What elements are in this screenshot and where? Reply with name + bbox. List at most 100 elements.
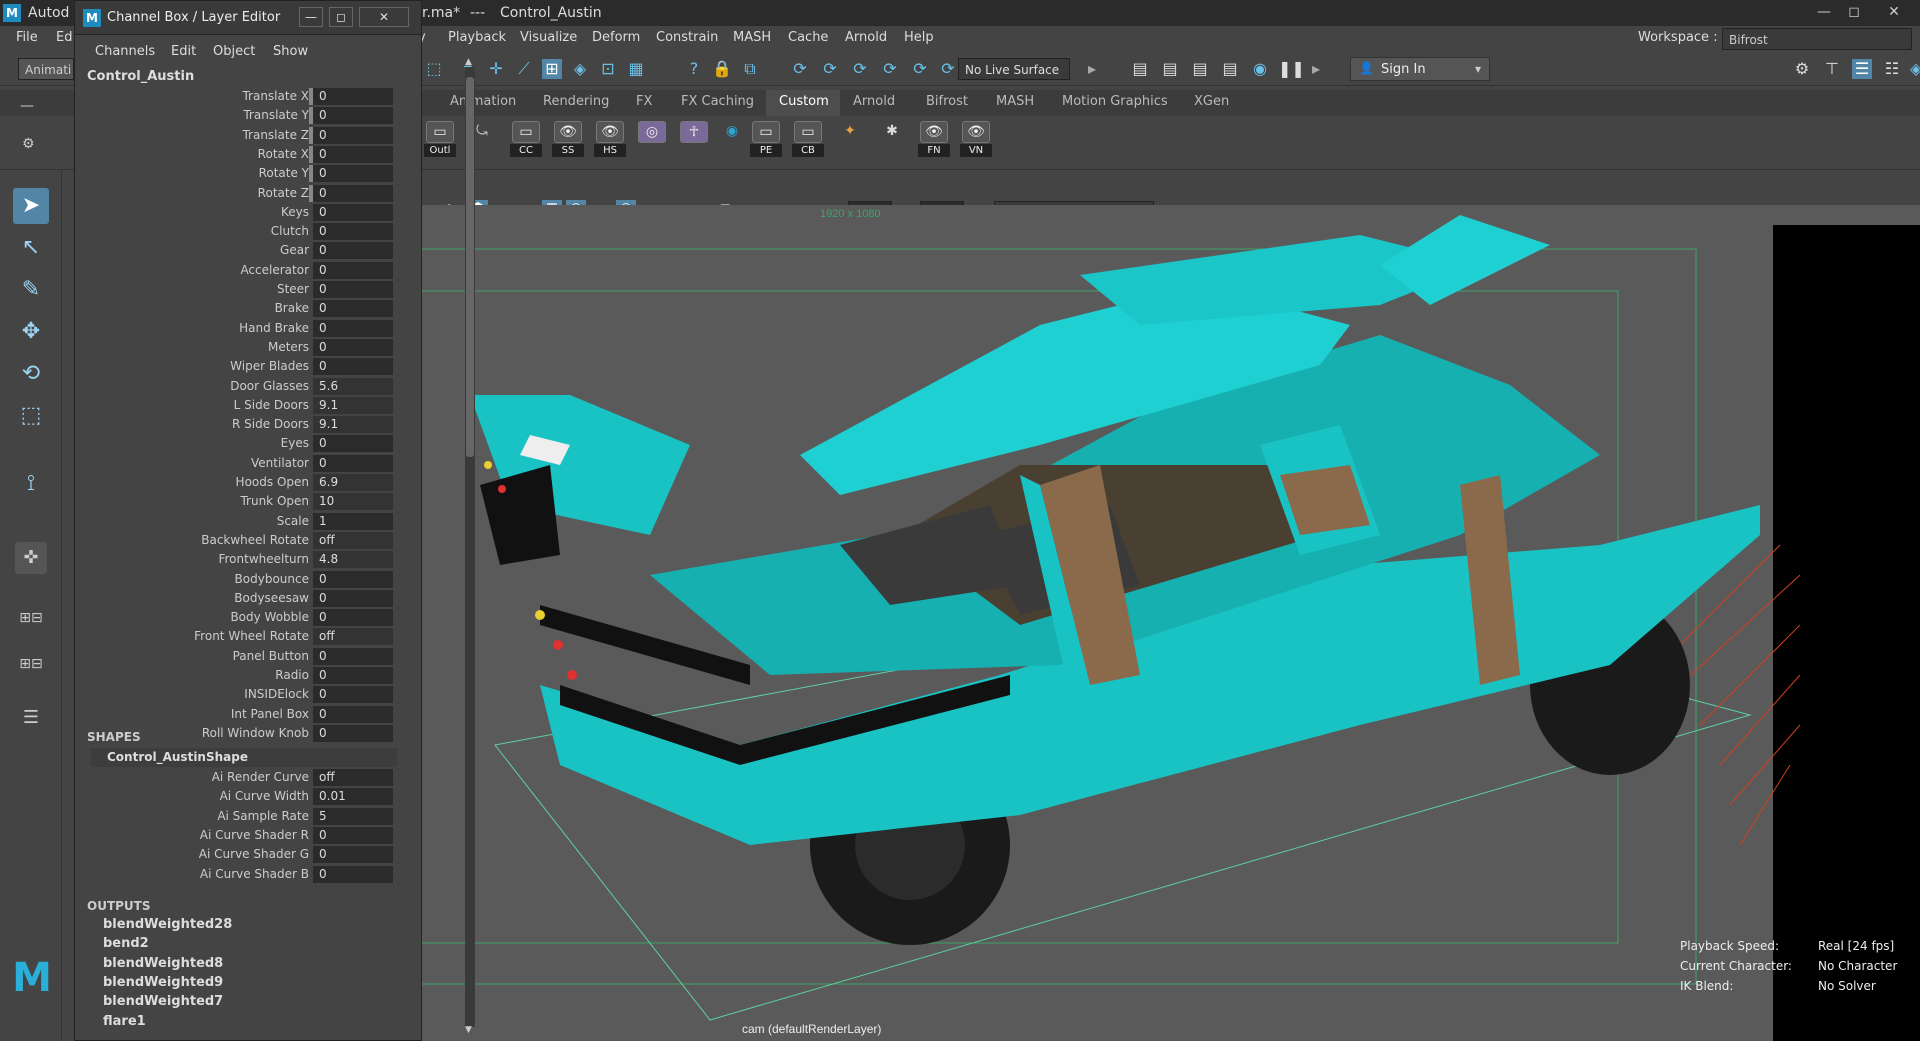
ipr-icon[interactable]: ▤: [1190, 59, 1210, 79]
shelf-pe-button[interactable]: ▭ PE: [750, 121, 782, 163]
channel-name[interactable]: Body Wobble: [230, 610, 309, 624]
hypershade-icon[interactable]: ◉: [1250, 59, 1270, 79]
shelf-image-button[interactable]: ◎: [636, 121, 668, 163]
channel-value-field[interactable]: 0: [313, 686, 393, 704]
shape-channel-row[interactable]: Ai Render Curve off: [81, 768, 401, 787]
channel-row[interactable]: Radio 0: [81, 666, 401, 685]
channel-name[interactable]: Translate Y: [243, 108, 309, 122]
output-node[interactable]: bend2: [103, 936, 149, 951]
channel-row[interactable]: Body Wobble 0: [81, 608, 401, 627]
menu-arnold[interactable]: Arnold: [845, 30, 887, 45]
menu-edit[interactable]: Edit: [171, 44, 196, 59]
layer-editor-icon[interactable]: ☷: [1882, 59, 1902, 79]
outliner-layout-icon[interactable]: ☰: [13, 700, 49, 736]
channel-value-field[interactable]: 0.01: [313, 788, 393, 806]
select-icon[interactable]: ⬚: [424, 59, 444, 79]
channel-name[interactable]: Rotate X: [258, 147, 309, 161]
tab-xgen[interactable]: XGen: [1194, 94, 1229, 109]
channel-value-field[interactable]: 0: [313, 281, 393, 298]
lasso-tool-icon[interactable]: ↖: [13, 230, 49, 266]
channel-value-field[interactable]: 0: [313, 165, 393, 183]
channel-row[interactable]: Front Wheel Rotate off: [81, 627, 401, 646]
channel-name[interactable]: Eyes: [281, 436, 309, 450]
channel-row[interactable]: L Side Doors 9.1: [81, 396, 401, 415]
lock-icon[interactable]: 🔒: [712, 59, 732, 79]
shelf-ss-button[interactable]: 👁 SS: [552, 121, 584, 163]
channel-name[interactable]: Rotate Z: [258, 186, 309, 200]
tab-fx-caching[interactable]: FX Caching: [681, 94, 754, 109]
tab-bifrost[interactable]: Bifrost: [926, 94, 968, 109]
arrow-right-icon-2[interactable]: ▸: [1306, 59, 1326, 79]
output-node[interactable]: blendWeighted28: [103, 917, 232, 932]
menu-file[interactable]: File: [16, 30, 38, 45]
tab-animation[interactable]: Animation: [450, 94, 516, 109]
shelf-cb-button[interactable]: ▭ CB: [792, 121, 824, 163]
maximize-button[interactable]: ◻: [1838, 0, 1870, 24]
channel-name[interactable]: Ventilator: [251, 456, 309, 470]
channel-value-field[interactable]: 5: [313, 807, 393, 825]
channel-row[interactable]: Bodyseesaw 0: [81, 589, 401, 608]
render-view-icon[interactable]: ▤: [1130, 59, 1150, 79]
channel-row[interactable]: Panel Button 0: [81, 647, 401, 666]
render-settings-icon[interactable]: ▤: [1220, 59, 1240, 79]
rotate-tool-icon[interactable]: ⟲: [13, 356, 49, 392]
channel-name[interactable]: Keys: [281, 205, 309, 219]
channel-value-field[interactable]: off: [313, 531, 393, 549]
close-button[interactable]: ✕: [359, 7, 409, 27]
paint-tool-icon[interactable]: ✎: [13, 272, 49, 308]
menu-visualize[interactable]: Visualize: [520, 30, 577, 45]
lasso-icon-4[interactable]: ⟳: [880, 59, 900, 79]
channel-row[interactable]: Trunk Open 10: [81, 492, 401, 511]
select-tool-icon[interactable]: ➤: [13, 188, 49, 224]
channel-name[interactable]: Frontwheelturn: [218, 552, 309, 566]
channel-value-field[interactable]: 0: [313, 454, 393, 472]
pause-icon[interactable]: ❚❚: [1278, 59, 1305, 79]
channel-name[interactable]: Scale: [277, 514, 309, 528]
channel-row[interactable]: Ventilator 0: [81, 454, 401, 473]
channel-name[interactable]: Backwheel Rotate: [201, 533, 309, 547]
shape-name[interactable]: Control_AustinShape: [91, 748, 397, 767]
tab-mash[interactable]: MASH: [996, 94, 1034, 109]
channel-value-field[interactable]: 0: [313, 865, 393, 883]
channel-row[interactable]: Frontwheelturn 4.8: [81, 550, 401, 569]
magnet-icon[interactable]: ◈: [570, 59, 590, 79]
channel-row[interactable]: Translate Z 0: [81, 126, 401, 145]
lasso-icon-3[interactable]: ⟳: [850, 59, 870, 79]
grid-snap-icon[interactable]: ⊡: [598, 59, 618, 79]
channel-name[interactable]: Rotate Y: [259, 166, 309, 180]
channel-name[interactable]: Door Glasses: [230, 379, 309, 393]
attribute-editor-icon[interactable]: ⊤: [1822, 59, 1842, 79]
menu-deform[interactable]: Deform: [592, 30, 640, 45]
channel-value-field[interactable]: 6.9: [313, 474, 393, 491]
lasso-icon-5[interactable]: ⟳: [910, 59, 930, 79]
shelf-figure-button[interactable]: ☥: [678, 121, 710, 163]
channel-name[interactable]: Ai Curve Shader R: [200, 828, 309, 842]
shelf-hs-button[interactable]: 👁 HS: [594, 121, 626, 163]
shelf-dot-button[interactable]: ◉: [716, 121, 748, 163]
channel-name[interactable]: Wiper Blades: [230, 359, 309, 373]
channel-name[interactable]: Radio: [275, 668, 309, 682]
channel-name[interactable]: Ai Curve Width: [220, 789, 309, 803]
channel-name[interactable]: Panel Button: [233, 649, 309, 663]
channel-name[interactable]: Bodyseesaw: [234, 591, 309, 605]
lasso-icon-6[interactable]: ⟳: [938, 59, 958, 79]
channel-row[interactable]: Gear 0: [81, 241, 401, 260]
channel-value-field[interactable]: 0: [313, 358, 393, 376]
channel-row[interactable]: Accelerator 0: [81, 261, 401, 280]
question-icon[interactable]: ?: [684, 59, 704, 79]
channel-value-field[interactable]: 5.6: [313, 377, 393, 395]
live-surface-field[interactable]: No Live Surface: [958, 58, 1070, 80]
output-node[interactable]: blendWeighted9: [103, 975, 223, 990]
channel-row[interactable]: Translate Y 0: [81, 106, 401, 125]
channel-row[interactable]: Door Glasses 5.6: [81, 377, 401, 396]
channel-row[interactable]: Rotate X 0: [81, 145, 401, 164]
channel-row[interactable]: Meters 0: [81, 338, 401, 357]
channel-value-field[interactable]: off: [313, 769, 393, 786]
curve-icon[interactable]: ⟋: [514, 59, 534, 79]
channel-value-field[interactable]: 0: [313, 261, 393, 279]
channel-name[interactable]: Ai Render Curve: [212, 770, 309, 784]
channel-value-field[interactable]: 9.1: [313, 416, 393, 434]
history-icon[interactable]: ⧉: [740, 59, 760, 79]
shape-channel-row[interactable]: Ai Curve Shader R 0: [81, 826, 401, 845]
tab-motion-graphics[interactable]: Motion Graphics: [1062, 94, 1168, 109]
